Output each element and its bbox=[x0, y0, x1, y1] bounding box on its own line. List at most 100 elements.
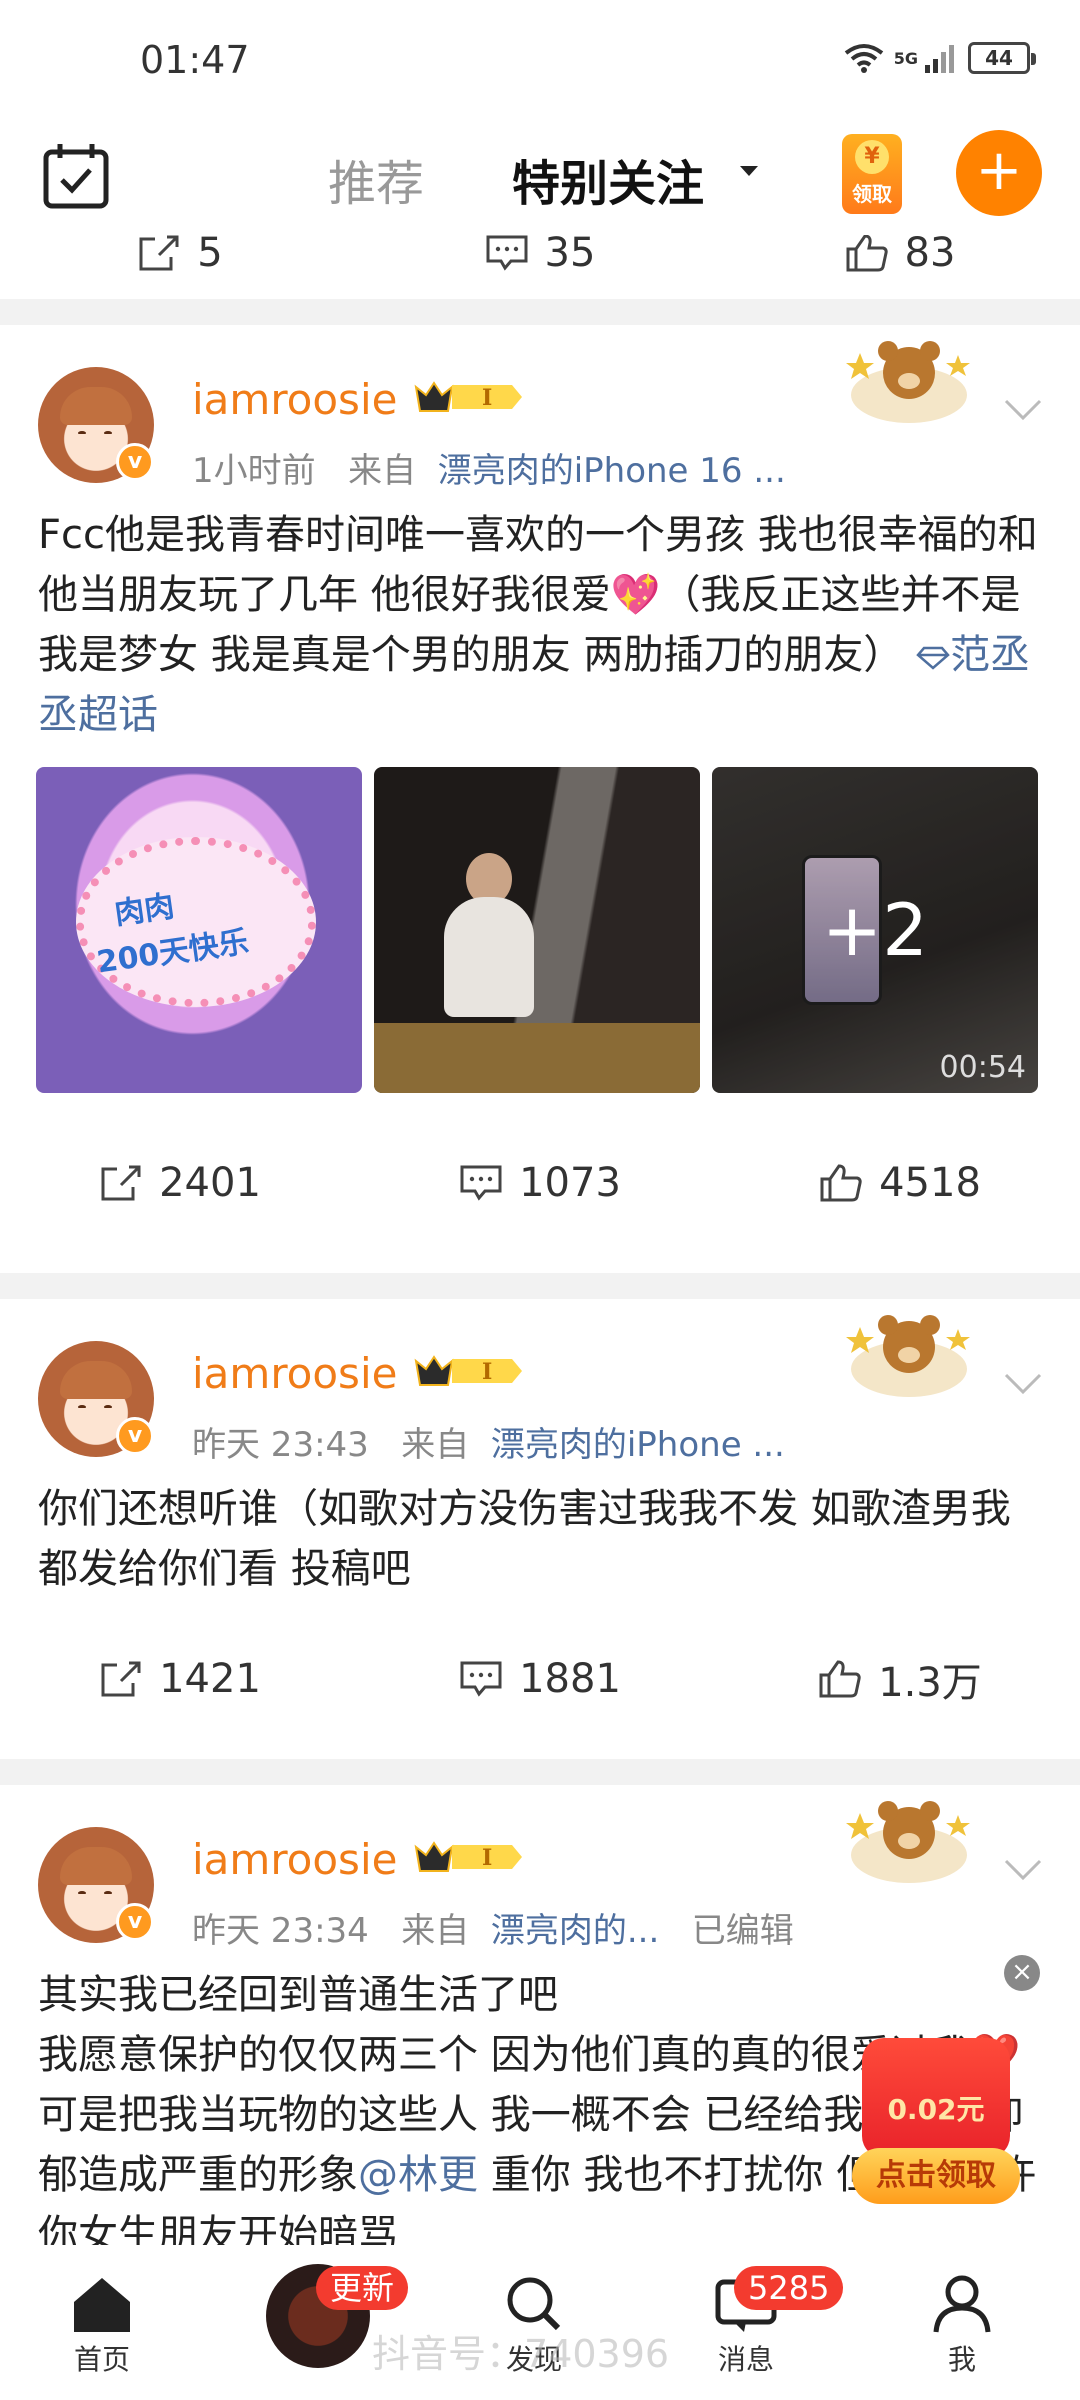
teddy-bear-sticker bbox=[846, 341, 970, 423]
tab-home[interactable]: 首页 bbox=[70, 2274, 134, 2378]
photo-performer[interactable] bbox=[374, 767, 700, 1093]
update-badge: 更新 bbox=[316, 2266, 409, 2310]
repost-icon bbox=[101, 1165, 141, 1201]
diamond-icon bbox=[916, 646, 950, 670]
tab-messages-label: 消息 bbox=[717, 2343, 774, 2376]
teddy-bear-sticker bbox=[846, 1801, 970, 1883]
username[interactable]: iamroosie bbox=[192, 1349, 397, 1398]
vip-level-text: I bbox=[482, 1845, 492, 1871]
post-time: 昨天 23:43 bbox=[192, 1425, 369, 1465]
previous-post-actions: 5 35 83 bbox=[0, 235, 1080, 299]
repost-count: 2401 bbox=[159, 1160, 261, 1206]
video-thumbnail[interactable]: +2 00:54 bbox=[712, 767, 1038, 1093]
redpack-button[interactable]: ¥ 领取 bbox=[842, 134, 902, 214]
signal-icon bbox=[925, 45, 954, 73]
redpack-amount: 0.02元 bbox=[887, 2093, 985, 2126]
tab-special-follow-label: 特别关注 bbox=[512, 156, 705, 212]
divider bbox=[0, 1759, 1080, 1785]
post-source[interactable]: 漂亮肉的iPhone 16 ... bbox=[438, 451, 786, 491]
post-source[interactable]: 漂亮肉的iPhone ... bbox=[491, 1425, 785, 1465]
calendar-icon[interactable] bbox=[42, 142, 110, 210]
tab-me-label: 我 bbox=[947, 2343, 976, 2376]
status-icons: 5G 44 bbox=[844, 42, 1036, 74]
repost-button[interactable]: 1421 bbox=[0, 1656, 360, 1702]
repost-count: 1421 bbox=[159, 1656, 261, 1702]
tab-recommend[interactable]: 推荐 bbox=[328, 144, 424, 214]
post-meta: 1小时前 来自 漂亮肉的iPhone 16 ... bbox=[192, 443, 786, 492]
comment-button[interactable]: 35 bbox=[360, 235, 720, 276]
thumbs-up-icon bbox=[846, 235, 888, 272]
cake-writing-1: 肉肉 bbox=[112, 888, 177, 932]
close-icon[interactable]: × bbox=[1004, 1955, 1040, 1991]
status-bar: 01:47 5G 44 bbox=[0, 0, 1080, 120]
post-body: 你们还想听谁（如歌对方没伤害过我我不发 如歌渣男我都发给你们看 投稿吧 bbox=[38, 1486, 1011, 1592]
vip-crown-badge[interactable]: I bbox=[412, 1351, 524, 1391]
chevron-down-icon[interactable] bbox=[1004, 1859, 1042, 1881]
vip-crown-badge[interactable]: I bbox=[412, 1837, 524, 1877]
mention-link[interactable]: @林更 bbox=[358, 2152, 478, 2198]
post-body-line1: 其实我已经回到普通生活了吧 bbox=[38, 1972, 558, 2018]
post-time: 昨天 23:34 bbox=[192, 1911, 369, 1951]
username[interactable]: iamroosie bbox=[192, 375, 397, 424]
edited-label: 已编辑 bbox=[691, 1911, 794, 1951]
post-text: Fcc他是我青春时间唯一喜欢的一个男孩 我也很幸福的和他当朋友玩了几年 他很好我… bbox=[0, 505, 1080, 745]
like-count: 1.3万 bbox=[878, 1660, 982, 1706]
more-media-count: +2 bbox=[712, 767, 1038, 1093]
post-header: v iamroosie I 昨天 23:43 来自 漂亮肉的iPhone ... bbox=[0, 1299, 1080, 1479]
battery-indicator: 44 bbox=[968, 42, 1036, 74]
feed: 5 35 83 v iamroosie I 1小时前 来自 漂亮肉的iPhone… bbox=[0, 235, 1080, 2245]
vip-level-text: I bbox=[482, 385, 492, 411]
post-actions: 1421 1881 1.3万 bbox=[0, 1599, 1080, 1759]
post-header: v iamroosie I 1小时前 来自 漂亮肉的iPhone 16 ... bbox=[0, 325, 1080, 505]
chevron-down-icon[interactable] bbox=[1004, 1373, 1042, 1395]
thumbs-up-icon bbox=[819, 1660, 861, 1698]
comment-button[interactable]: 1073 bbox=[360, 1160, 720, 1206]
compose-button[interactable]: + bbox=[956, 130, 1042, 216]
tab-special-follow[interactable]: 特别关注 bbox=[512, 144, 704, 214]
repost-button[interactable]: 2401 bbox=[0, 1160, 360, 1206]
vip-level-text: I bbox=[482, 1359, 492, 1385]
redpack-claim-button[interactable]: 点击领取 bbox=[852, 2148, 1020, 2204]
repost-count: 5 bbox=[197, 235, 223, 276]
post-header: v iamroosie I 昨天 23:34 来自 漂亮肉的... 已编辑 bbox=[0, 1785, 1080, 1965]
repost-icon bbox=[139, 235, 179, 271]
post-card[interactable]: v iamroosie I 1小时前 来自 漂亮肉的iPhone 16 ... bbox=[0, 325, 1080, 1273]
wifi-icon bbox=[844, 44, 883, 73]
photo-cake[interactable]: 肉肉 200天快乐 bbox=[36, 767, 362, 1093]
from-label: 来自 bbox=[348, 451, 417, 491]
tab-me[interactable]: 我 bbox=[930, 2274, 994, 2378]
divider bbox=[0, 1273, 1080, 1299]
from-label: 来自 bbox=[401, 1911, 470, 1951]
post-body: Fcc他是我青春时间唯一喜欢的一个男孩 我也很幸福的和他当朋友玩了几年 他很好我… bbox=[38, 512, 1038, 678]
chevron-down-icon[interactable] bbox=[1004, 399, 1042, 421]
post-card[interactable]: v iamroosie I 昨天 23:43 来自 漂亮肉的iPhone ... bbox=[0, 1299, 1080, 1759]
vip-crown-badge[interactable]: I bbox=[412, 377, 524, 417]
teddy-bear-sticker bbox=[846, 1315, 970, 1397]
verified-icon: v bbox=[116, 1417, 154, 1455]
tab-home-label: 首页 bbox=[73, 2343, 130, 2376]
person-icon bbox=[933, 2275, 991, 2333]
redpack-label: 领取 bbox=[852, 182, 892, 206]
like-button[interactable]: 83 bbox=[720, 235, 1080, 276]
home-icon bbox=[74, 2278, 130, 2332]
comment-button[interactable]: 1881 bbox=[360, 1656, 720, 1702]
comment-icon bbox=[486, 235, 528, 271]
comment-icon bbox=[460, 1165, 502, 1201]
post-meta: 昨天 23:43 来自 漂亮肉的iPhone ... bbox=[192, 1417, 785, 1466]
post-text: 你们还想听谁（如歌对方没伤害过我我不发 如歌渣男我都发给你们看 投稿吧 bbox=[0, 1479, 1080, 1599]
username[interactable]: iamroosie bbox=[192, 1835, 397, 1884]
comment-count: 35 bbox=[544, 235, 596, 276]
watermark-digits: 740396 bbox=[524, 2332, 670, 2376]
verified-icon: v bbox=[116, 1903, 154, 1941]
like-button[interactable]: 4518 bbox=[720, 1160, 1080, 1206]
redpack-ad[interactable]: 0.02元 点击领取 bbox=[852, 2038, 1020, 2208]
like-count: 4518 bbox=[879, 1160, 981, 1206]
post-source[interactable]: 漂亮肉的... bbox=[491, 1911, 659, 1951]
repost-button[interactable]: 5 bbox=[0, 235, 360, 276]
repost-icon bbox=[101, 1661, 141, 1697]
like-button[interactable]: 1.3万 bbox=[720, 1650, 1080, 1708]
media-grid: 肉肉 200天快乐 +2 00:54 bbox=[0, 767, 1080, 1093]
post-time: 1小时前 bbox=[192, 451, 316, 491]
caret-down-icon[interactable] bbox=[740, 166, 758, 176]
like-count: 83 bbox=[904, 235, 956, 276]
